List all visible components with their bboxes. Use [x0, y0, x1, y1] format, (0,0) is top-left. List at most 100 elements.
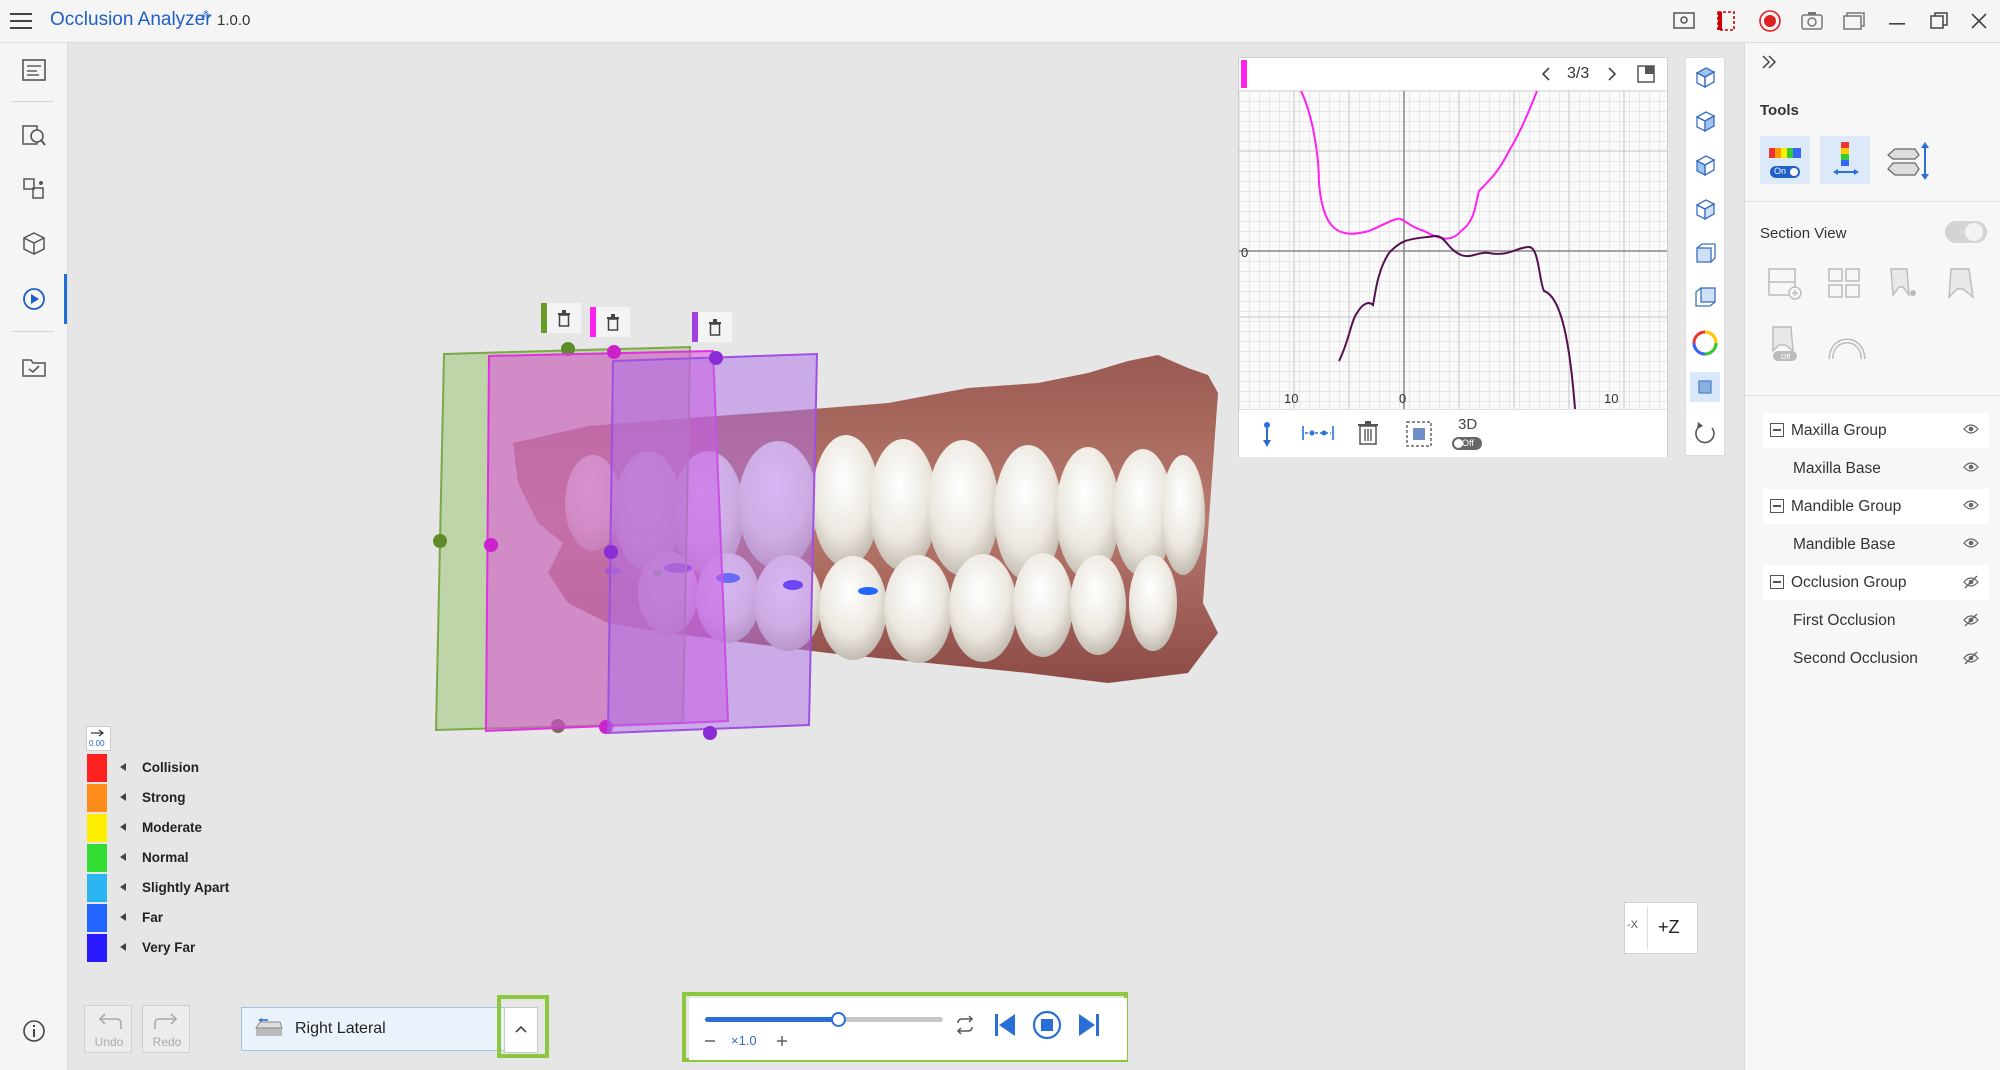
reset-view-icon[interactable] — [1690, 418, 1720, 448]
collapse-icon[interactable] — [1770, 423, 1784, 437]
legend-arrow-icon[interactable] — [120, 793, 126, 801]
tools-title: Tools — [1760, 102, 1799, 119]
minimize-icon[interactable] — [1884, 9, 1910, 33]
eye-hidden-icon[interactable] — [1963, 575, 1979, 589]
view-select-expand-button[interactable] — [504, 1007, 538, 1053]
horizontal-measure-icon[interactable] — [1301, 424, 1335, 442]
layer-first-occlusion[interactable]: First Occlusion — [1763, 603, 1989, 638]
graph-3d-label[interactable]: 3D — [1458, 416, 1477, 433]
view-select-dropdown[interactable]: Right Lateral — [241, 1007, 506, 1051]
collapse-icon[interactable] — [1770, 575, 1784, 589]
layer-mandible-base[interactable]: Mandible Base — [1763, 527, 1989, 562]
color-scale-tool-button[interactable] — [1820, 136, 1870, 184]
prev-page-icon[interactable] — [1541, 67, 1551, 81]
eye-icon[interactable] — [1963, 499, 1979, 511]
trash-icon[interactable] — [708, 319, 722, 336]
map-tool-on-toggle: On — [1770, 166, 1800, 178]
plane-tag-purple[interactable] — [692, 312, 732, 342]
view-back-icon[interactable] — [1690, 282, 1720, 312]
layer-maxilla-base[interactable]: Maxilla Base — [1763, 451, 1989, 486]
section-tooth-auto-icon[interactable] — [1885, 265, 1921, 301]
collapse-icon[interactable] — [1770, 499, 1784, 513]
plane-tag-green[interactable] — [541, 303, 581, 333]
occlusion-map-tool-button[interactable]: On — [1760, 136, 1810, 184]
stop-icon[interactable] — [1032, 1010, 1062, 1040]
axis-plus-z-label[interactable]: +Z — [1658, 917, 1680, 938]
plane-tag-magenta[interactable] — [590, 307, 630, 337]
skip-to-end-icon[interactable] — [1078, 1012, 1100, 1038]
legend-scale-value: 0.00 — [89, 739, 105, 748]
view-right-icon[interactable] — [1690, 194, 1720, 224]
eye-hidden-icon[interactable] — [1963, 651, 1979, 665]
eye-icon[interactable] — [1963, 461, 1979, 473]
trash-icon[interactable] — [606, 314, 620, 331]
axis-minus-x-label[interactable]: -X — [1627, 919, 1638, 931]
view-front-icon[interactable] — [1690, 238, 1720, 268]
view-bottom-icon[interactable] — [1690, 106, 1720, 136]
eye-icon[interactable] — [1963, 423, 1979, 435]
nav-inspect-icon[interactable] — [0, 110, 67, 160]
info-icon[interactable] — [0, 1006, 67, 1056]
legend-arrow-icon[interactable] — [120, 943, 126, 951]
screen-capture-icon[interactable] — [1671, 9, 1697, 33]
undo-button[interactable]: Undo — [84, 1005, 132, 1053]
section-off-icon[interactable]: Off — [1767, 323, 1801, 363]
nav-3d-model-icon[interactable] — [0, 218, 67, 268]
view-left-icon[interactable] — [1690, 150, 1720, 180]
speed-decrease-icon[interactable] — [704, 1039, 716, 1043]
layer-maxilla-group[interactable]: Maxilla Group — [1763, 413, 1989, 448]
graph-3d-toggle[interactable]: Off — [1452, 437, 1482, 450]
jaw-open-tool-icon[interactable] — [1885, 141, 1929, 181]
layer-second-occlusion[interactable]: Second Occlusion — [1763, 641, 1989, 676]
detach-panel-icon[interactable] — [1637, 65, 1655, 83]
right-panel: Tools On Section View Off Maxilla Group … — [1744, 43, 2000, 1070]
add-section-icon[interactable] — [1767, 265, 1803, 301]
legend-swatch — [87, 874, 107, 902]
nav-report-icon[interactable] — [0, 45, 67, 95]
nav-play-icon[interactable] — [0, 274, 67, 324]
layer-occlusion-group[interactable]: Occlusion Group — [1763, 565, 1989, 600]
eye-icon[interactable] — [1963, 537, 1979, 549]
axis-divider — [1647, 907, 1648, 949]
view-select-label: Right Lateral — [295, 1020, 386, 1037]
legend-arrow-icon[interactable] — [120, 853, 126, 861]
nav-align-icon[interactable] — [0, 164, 67, 214]
layer-mandible-group[interactable]: Mandible Group — [1763, 489, 1989, 524]
loop-icon[interactable] — [954, 1015, 976, 1035]
gallery-icon[interactable] — [1841, 9, 1867, 33]
playback-track[interactable] — [705, 1012, 943, 1027]
section-layout-icon[interactable] — [1827, 267, 1861, 299]
solid-view-icon[interactable] — [1690, 372, 1720, 402]
restore-icon[interactable] — [1926, 9, 1952, 33]
camera-icon[interactable] — [1799, 9, 1825, 33]
nav-folder-check-icon[interactable] — [0, 342, 67, 392]
view-top-icon[interactable] — [1690, 62, 1720, 92]
legend-arrow-icon[interactable] — [120, 763, 126, 771]
axis-orientation-widget[interactable]: -X +Z — [1624, 902, 1698, 954]
color-map-icon[interactable] — [1690, 328, 1720, 358]
trash-icon[interactable] — [557, 310, 571, 327]
close-icon[interactable] — [1966, 9, 1992, 33]
chevron-up-icon — [515, 1025, 527, 1033]
playback-slider-handle[interactable] — [831, 1012, 847, 1027]
section-profile-graph[interactable]: 0 10 0 10 — [1239, 91, 1667, 409]
section-view-toggle[interactable] — [1945, 221, 1987, 243]
legend-scale-button[interactable]: 0.00 — [86, 726, 111, 751]
redo-button[interactable]: Redo — [142, 1005, 190, 1053]
eye-hidden-icon[interactable] — [1963, 613, 1979, 627]
legend-arrow-icon[interactable] — [120, 823, 126, 831]
legend-arrow-icon[interactable] — [120, 883, 126, 891]
delete-measure-icon[interactable] — [1357, 421, 1379, 445]
collapse-panel-icon[interactable] — [1761, 55, 1777, 69]
legend-arrow-icon[interactable] — [120, 913, 126, 921]
grid-toggle-icon[interactable] — [1406, 421, 1432, 447]
arch-icon[interactable] — [1827, 327, 1867, 361]
menu-icon[interactable] — [10, 11, 32, 31]
record-icon[interactable] — [1757, 9, 1783, 33]
section-tooth-icon[interactable] — [1943, 265, 1979, 301]
record-region-icon[interactable] — [1714, 9, 1740, 33]
skip-to-start-icon[interactable] — [994, 1012, 1016, 1038]
vertical-measure-icon[interactable] — [1261, 420, 1273, 448]
speed-increase-icon[interactable] — [776, 1035, 788, 1047]
next-page-icon[interactable] — [1607, 67, 1617, 81]
